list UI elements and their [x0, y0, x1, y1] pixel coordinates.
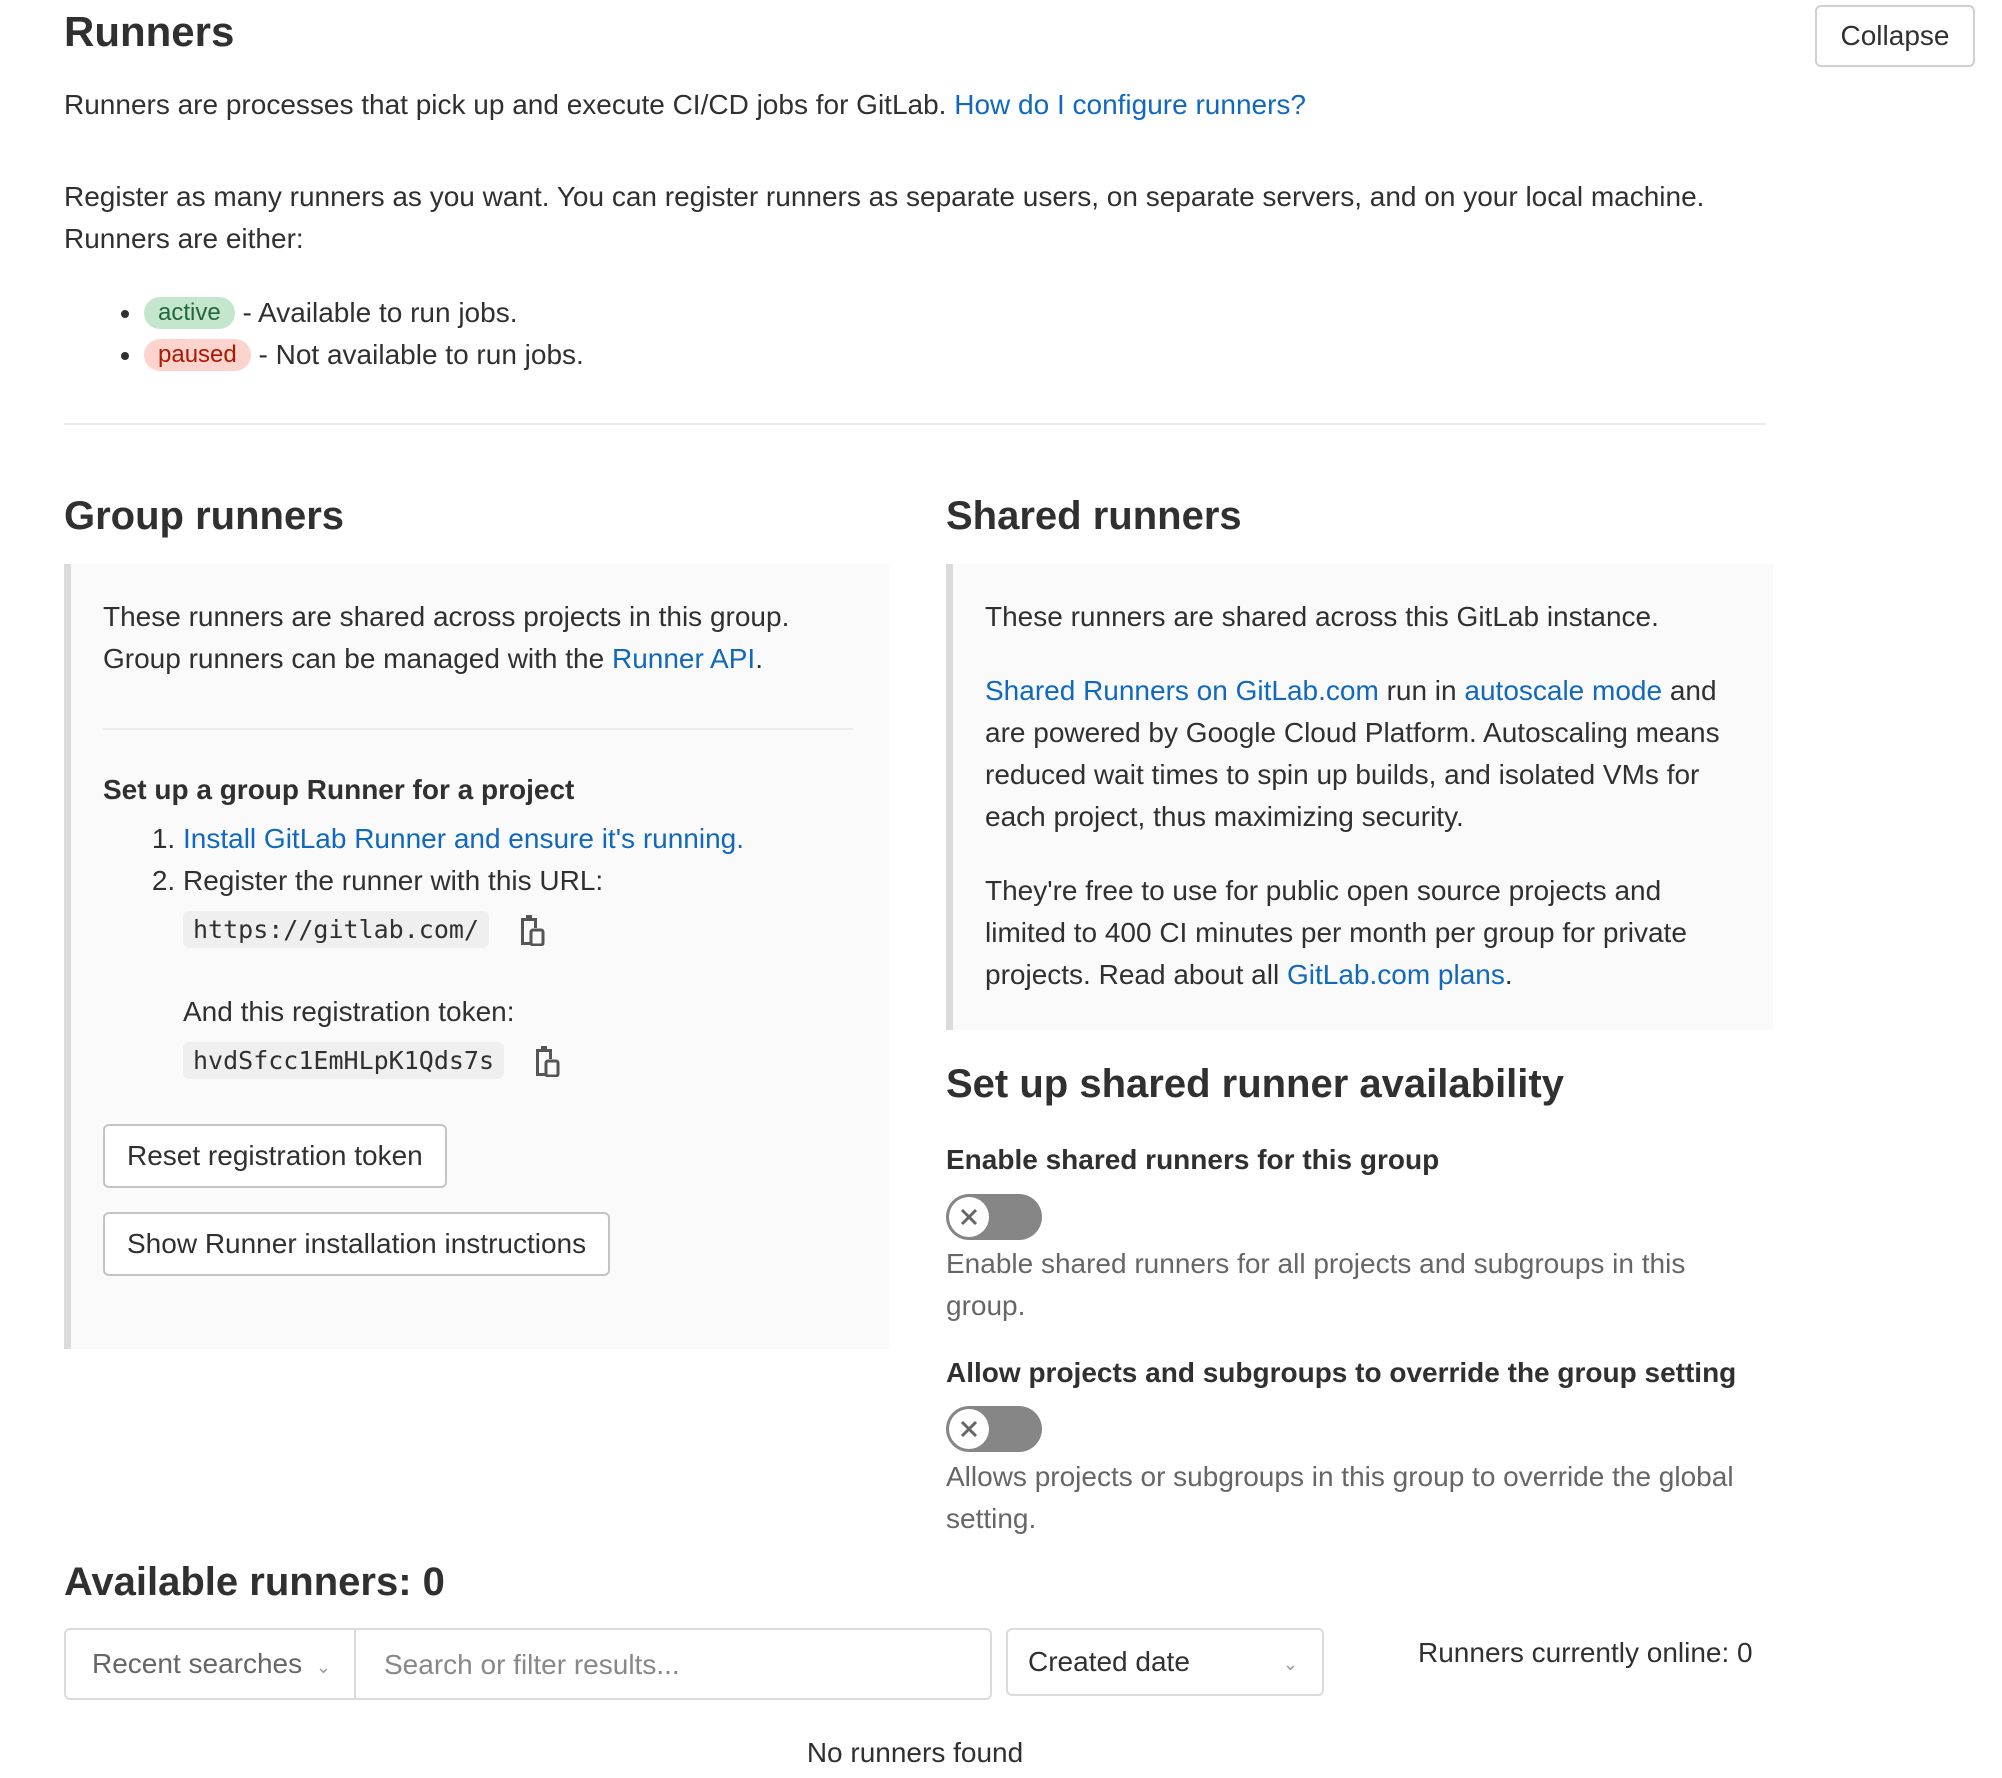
install-runner-link[interactable]: Install GitLab Runner and ensure it's ru… [183, 823, 744, 854]
gitlab-plans-link[interactable]: GitLab.com plans [1287, 959, 1505, 990]
configure-runners-link[interactable]: How do I configure runners? [954, 89, 1306, 120]
token-label: And this registration token: [183, 996, 515, 1027]
override-toggle[interactable] [946, 1406, 1042, 1452]
state-item-active: active - Available to run jobs. [144, 292, 584, 334]
setup-steps: Install GitLab Runner and ensure it's ru… [103, 818, 883, 1082]
runner-states-list: active - Available to run jobs. paused -… [64, 292, 584, 376]
filtered-search: Recent searches ⌄ [64, 1628, 1006, 1700]
runner-api-link[interactable]: Runner API [612, 643, 755, 674]
step-install: Install GitLab Runner and ensure it's ru… [183, 818, 883, 860]
shared-runners-desc: These runners are shared across this Git… [985, 596, 1745, 996]
shared-runners-heading: Shared runners [946, 494, 1242, 538]
intro-text: Runners are processes that pick up and e… [64, 89, 947, 120]
chevron-down-icon: ⌄ [1282, 1654, 1298, 1674]
reset-token-button[interactable]: Reset registration token [103, 1124, 447, 1188]
shared-runners-gitlab-link[interactable]: Shared Runners on GitLab.com [985, 675, 1379, 706]
collapse-button[interactable]: Collapse [1815, 5, 1975, 67]
override-label: Allow projects and subgroups to override… [946, 1357, 1737, 1388]
setup-group-runner: Set up a group Runner for a project Inst… [103, 774, 883, 1082]
shared-desc-3: They're free to use for public open sour… [985, 870, 1745, 996]
step-register: Register the runner with this URL: https… [183, 860, 883, 1082]
active-badge: active [144, 297, 235, 329]
registration-token: hvdSfcc1EmHLpK1Qds7s [183, 1042, 505, 1079]
recent-searches-dropdown[interactable]: Recent searches ⌄ [66, 1630, 356, 1698]
recent-searches-label: Recent searches [92, 1648, 303, 1679]
register-text: Register as many runners as you want. Yo… [64, 181, 1705, 212]
group-desc-1: These runners are shared across projects… [103, 601, 790, 632]
setup-heading: Set up a group Runner for a project [103, 774, 575, 805]
search-input[interactable] [358, 1630, 1006, 1700]
chevron-down-icon: ⌄ [315, 1657, 331, 1677]
toggle-knob [949, 1409, 989, 1449]
enable-shared-toggle[interactable] [946, 1194, 1042, 1240]
step-register-text: Register the runner with this URL: [183, 865, 604, 896]
period: . [1504, 959, 1513, 990]
group-runners-box: These runners are shared across projects… [64, 564, 889, 1349]
autoscale-mode-link[interactable]: autoscale mode [1464, 675, 1662, 706]
registration-url: https://gitlab.com/ [183, 911, 489, 948]
run-in-text: run in [1386, 675, 1457, 706]
empty-state: No runners found [806, 1737, 1024, 1768]
enable-shared-help: Enable shared runners for all projects a… [946, 1248, 1686, 1321]
toggle-knob [949, 1197, 989, 1237]
register-either: Runners are either: [64, 223, 304, 254]
runners-online: Runners currently online: 0 [1418, 1637, 1753, 1668]
intro-paragraph: Runners are processes that pick up and e… [64, 84, 1306, 126]
state-item-paused: paused - Not available to run jobs. [144, 334, 584, 376]
state-description: - Not available to run jobs. [258, 339, 584, 370]
group-runners-desc: These runners are shared across projects… [103, 596, 863, 680]
close-icon [960, 1208, 978, 1226]
period: . [755, 643, 763, 674]
state-description: - Available to run jobs. [242, 297, 518, 328]
shared-desc-2: Shared Runners on GitLab.com run in auto… [985, 670, 1745, 838]
group-runners-heading: Group runners [64, 494, 345, 538]
group-desc-2: Group runners can be managed with the [103, 643, 605, 674]
section-divider [64, 423, 1766, 425]
copy-url-icon[interactable] [517, 912, 545, 947]
enable-shared-label: Enable shared runners for this group [946, 1144, 1440, 1175]
inner-divider [103, 728, 853, 730]
override-help: Allows projects or subgroups in this gro… [946, 1461, 1734, 1534]
paused-badge: paused [144, 339, 251, 371]
sort-value: Created date [1028, 1646, 1190, 1677]
shared-runners-box: These runners are shared across this Git… [946, 564, 1773, 1030]
available-runners-heading: Available runners: 0 [64, 1560, 445, 1604]
availability-heading: Set up shared runner availability [946, 1062, 1564, 1106]
register-paragraph: Register as many runners as you want. Yo… [64, 176, 1784, 260]
sort-dropdown[interactable]: Created date ⌄ [1006, 1628, 1324, 1696]
shared-desc-1: These runners are shared across this Git… [985, 601, 1659, 632]
copy-token-icon[interactable] [532, 1043, 560, 1078]
close-icon [960, 1420, 978, 1438]
page-title: Runners [64, 8, 235, 55]
show-instructions-button[interactable]: Show Runner installation instructions [103, 1212, 611, 1276]
